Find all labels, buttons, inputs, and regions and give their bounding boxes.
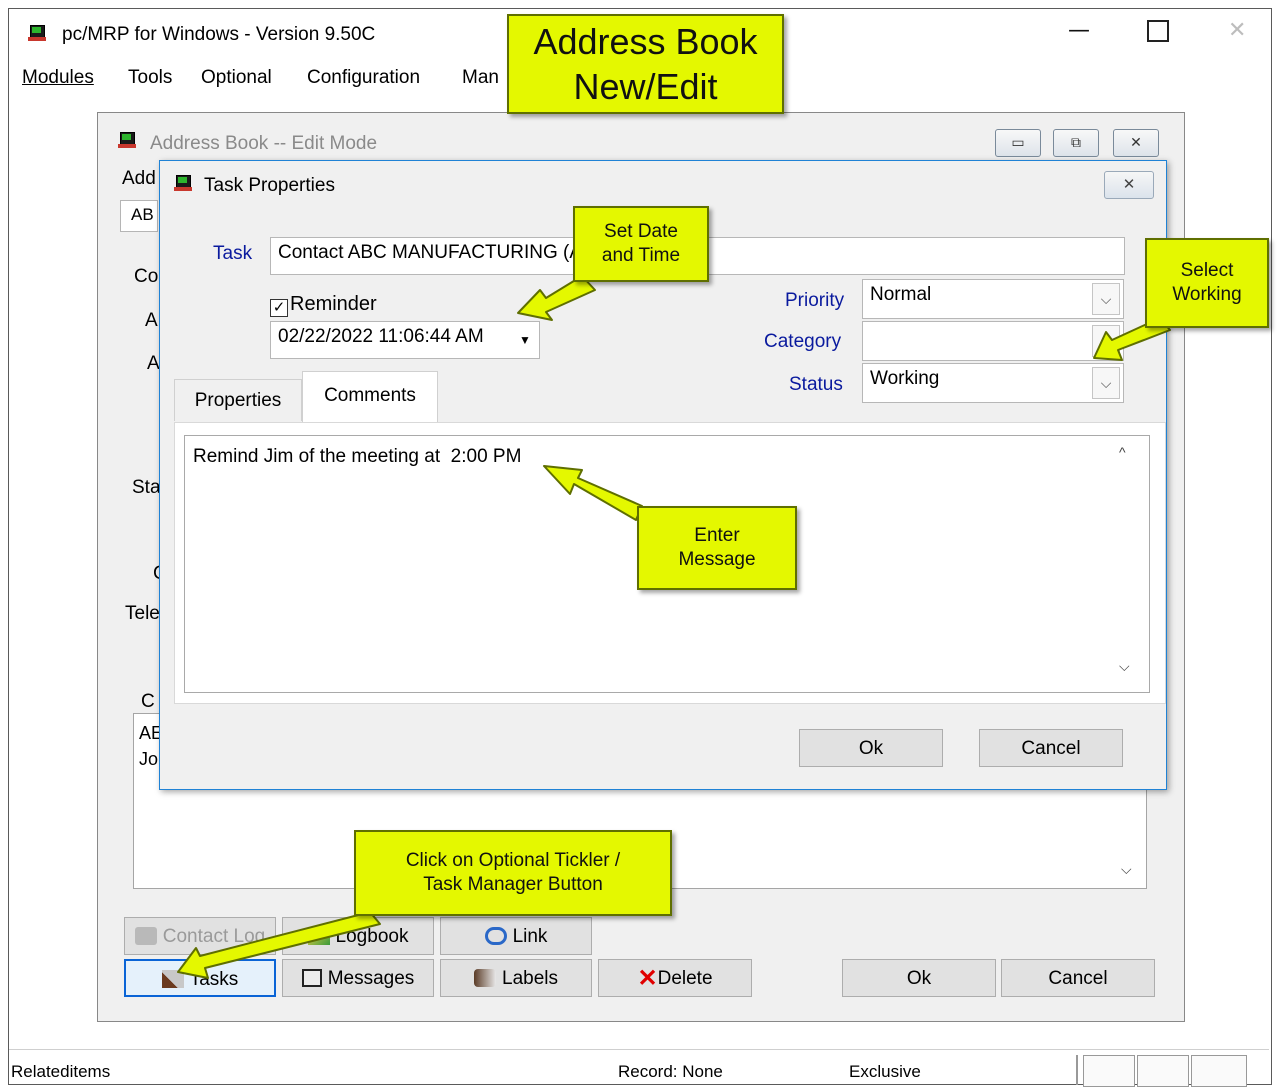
link-button[interactable]: Link: [440, 917, 592, 955]
category-label: Category: [764, 331, 842, 352]
task-dialog-title: Task Properties: [204, 175, 335, 196]
labels-icon: [474, 969, 496, 987]
address-book-title: Address Book -- Edit Mode: [150, 133, 378, 154]
contact-log-button[interactable]: Contact Log: [124, 917, 276, 955]
status-panel: [1191, 1055, 1247, 1087]
tab-properties[interactable]: Properties: [174, 379, 302, 421]
minimize-icon[interactable]: —: [1068, 18, 1090, 43]
chevron-down-icon[interactable]: ⌵: [1092, 325, 1120, 357]
reminder-datetime-picker[interactable]: 02/22/2022 11:06:44 AM ▼: [270, 321, 540, 359]
priority-label: Priority: [785, 290, 845, 311]
status-mode: Exclusive: [849, 1062, 921, 1081]
status-divider: [1076, 1055, 1078, 1085]
scroll-down-icon[interactable]: ⌵: [1119, 658, 1130, 675]
callout-select-working: Select Working: [1145, 238, 1269, 328]
status-record: Record: None: [618, 1062, 723, 1081]
checkbox-check-icon: ✓: [270, 299, 288, 317]
menu-configuration[interactable]: Configuration: [307, 67, 420, 89]
status-label: Status: [789, 374, 843, 395]
restore-icon[interactable]: ⧉: [1053, 129, 1099, 157]
list-item: Jo: [139, 749, 159, 769]
status-panel: [1083, 1055, 1135, 1087]
task-label: Task: [213, 243, 253, 264]
status-select[interactable]: Working ⌵: [862, 363, 1124, 403]
maximize-icon[interactable]: [1147, 20, 1169, 42]
task-ok-button[interactable]: Ok: [799, 729, 943, 767]
tab-comments[interactable]: Comments: [302, 371, 438, 423]
reminder-label: Reminder: [290, 293, 377, 315]
delete-button[interactable]: ✕Delete: [598, 959, 752, 997]
label-fragment: Co: [134, 266, 159, 287]
reminder-checkbox[interactable]: ✓ Reminder: [270, 293, 377, 317]
task-cancel-button[interactable]: Cancel: [979, 729, 1123, 767]
priority-select[interactable]: Normal ⌵: [862, 279, 1124, 319]
cancel-button[interactable]: Cancel: [1001, 959, 1155, 997]
delete-icon: ✕: [637, 965, 658, 992]
status-panel: [1137, 1055, 1189, 1087]
comment-text: Remind Jim of the meeting at 2:00 PM: [193, 446, 522, 467]
callout-enter-message: Enter Message: [637, 506, 797, 590]
tasks-button[interactable]: Tasks: [124, 959, 276, 997]
label-fragment: C: [141, 691, 155, 712]
close-icon[interactable]: ✕: [1113, 129, 1159, 157]
callout-title: Address Book New/Edit: [507, 14, 784, 114]
callout-tickler: Click on Optional Tickler / Task Manager …: [354, 830, 672, 916]
input-fragment: AB: [131, 205, 154, 224]
app-title: pc/MRP for Windows - Version 9.50C: [62, 24, 376, 45]
menu-manufacturing[interactable]: Man: [462, 67, 499, 89]
scroll-down-icon[interactable]: ⌵: [1121, 861, 1132, 878]
label-fragment: A: [147, 353, 160, 374]
tasks-icon: [161, 970, 184, 988]
messages-button[interactable]: Messages: [282, 959, 434, 997]
logbook-button[interactable]: Logbook: [282, 917, 434, 955]
status-bar: Relateditems Record: None Exclusive: [9, 1049, 1269, 1087]
messages-icon: [301, 969, 322, 987]
status-related-items: Relateditems: [11, 1062, 111, 1081]
close-icon[interactable]: ✕: [1228, 18, 1246, 43]
label-fragment: A: [145, 310, 158, 331]
logbook-icon: [307, 927, 330, 945]
address-book-icon: [118, 131, 136, 149]
label-fragment: Tele: [125, 603, 160, 624]
ok-button[interactable]: Ok: [842, 959, 996, 997]
app-icon: [28, 24, 46, 42]
category-select[interactable]: ⌵: [862, 321, 1124, 361]
label-fragment: Add: [122, 168, 156, 189]
scroll-up-icon[interactable]: ^: [1119, 444, 1126, 460]
task-dialog-icon: [174, 174, 192, 192]
chevron-down-icon[interactable]: ⌵: [1092, 367, 1120, 399]
menu-tools[interactable]: Tools: [128, 67, 172, 89]
labels-button[interactable]: Labels: [440, 959, 592, 997]
label-fragment: Sta: [132, 477, 161, 498]
link-icon: [484, 927, 507, 945]
callout-set-date: Set Date and Time: [573, 206, 709, 282]
dropdown-arrow-icon[interactable]: ▼: [514, 325, 536, 355]
close-icon[interactable]: ✕: [1104, 171, 1154, 199]
contact-log-icon: [134, 927, 157, 945]
menu-modules[interactable]: Modules: [22, 67, 94, 89]
menu-optional[interactable]: Optional: [201, 67, 272, 89]
chevron-down-icon[interactable]: ⌵: [1092, 283, 1120, 315]
minimize-icon[interactable]: ▭: [995, 129, 1041, 157]
